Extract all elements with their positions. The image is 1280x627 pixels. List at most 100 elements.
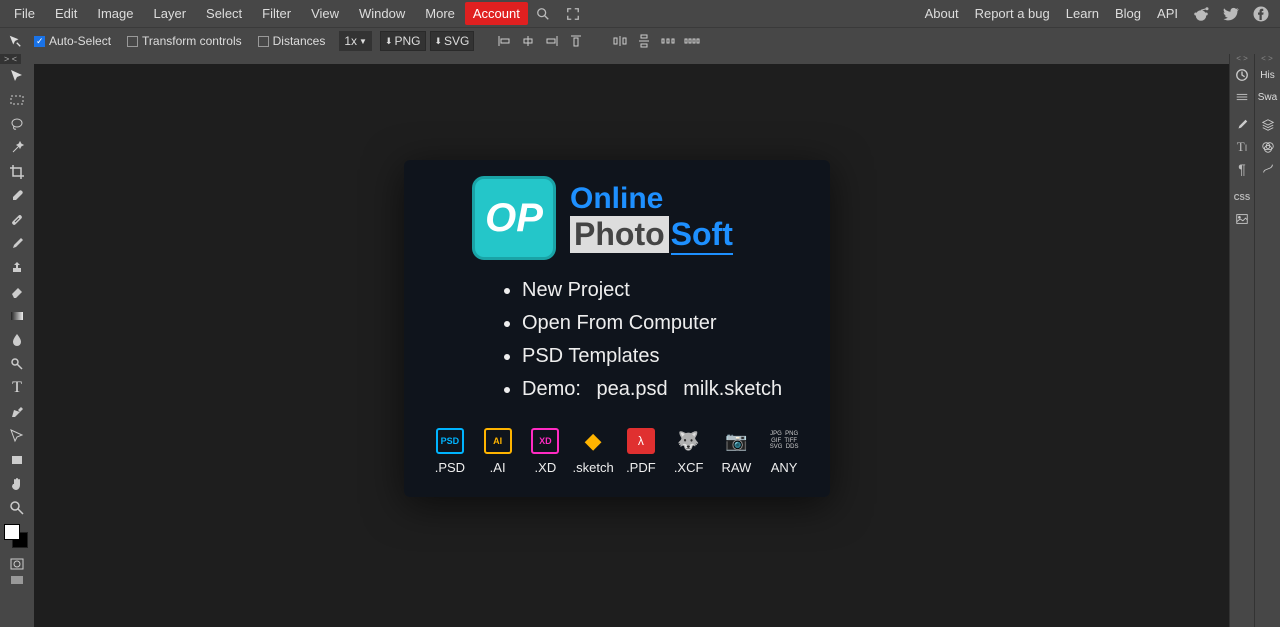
format-any[interactable]: JPG PNG GIF TIFF SVG DDSANY <box>760 428 808 475</box>
link-report-bug[interactable]: Report a bug <box>967 1 1058 26</box>
align-hcenter-icon[interactable] <box>518 31 538 51</box>
align-top-icon[interactable] <box>566 31 586 51</box>
export-png-button[interactable]: ⬇PNG <box>380 31 426 51</box>
link-about[interactable]: About <box>917 1 967 26</box>
swatches-panel-icon[interactable] <box>1230 86 1254 108</box>
brand-badge: OP <box>472 176 556 260</box>
distribute-space-icon[interactable] <box>658 31 678 51</box>
blur-tool[interactable] <box>0 328 34 352</box>
clone-tool[interactable] <box>0 256 34 280</box>
checkbox-icon <box>258 36 269 47</box>
brush-tool[interactable] <box>0 232 34 256</box>
document-tab-strip: > < <box>0 54 1280 64</box>
reddit-icon[interactable] <box>1186 1 1216 27</box>
color-swatches[interactable] <box>0 524 34 556</box>
screenmode-toggle[interactable] <box>0 572 34 588</box>
action-new-project[interactable]: New Project <box>522 274 812 307</box>
distances-toggle[interactable]: Distances <box>252 34 332 48</box>
character-panel-icon[interactable]: TI <box>1230 136 1254 158</box>
channels-panel-icon[interactable] <box>1255 136 1280 158</box>
xcf-icon: 🐺 <box>675 428 703 454</box>
link-blog[interactable]: Blog <box>1107 1 1149 26</box>
psd-icon: PSD <box>436 428 464 454</box>
eraser-tool[interactable] <box>0 280 34 304</box>
main-menubar: File Edit Image Layer Select Filter View… <box>0 0 1280 27</box>
raw-icon: 📷 <box>722 428 750 454</box>
format-psd[interactable]: PSD.PSD <box>426 428 474 475</box>
format-ai[interactable]: AI.AI <box>474 428 522 475</box>
align-right-icon[interactable] <box>542 31 562 51</box>
foreground-color-swatch[interactable] <box>4 524 20 540</box>
tools-panel: T <box>0 64 34 627</box>
link-learn[interactable]: Learn <box>1058 1 1107 26</box>
demo-row: Demo: pea.psd milk.sketch <box>522 373 812 406</box>
pen-tool[interactable] <box>0 400 34 424</box>
format-xcf[interactable]: 🐺.XCF <box>665 428 713 475</box>
menu-view[interactable]: View <box>301 1 349 26</box>
menu-edit[interactable]: Edit <box>45 1 87 26</box>
paths-panel-icon[interactable] <box>1255 158 1280 180</box>
menu-image[interactable]: Image <box>87 1 143 26</box>
heal-tool[interactable] <box>0 208 34 232</box>
text-tool[interactable]: T <box>0 376 34 400</box>
css-panel-icon[interactable]: CSS <box>1230 186 1254 208</box>
auto-select-toggle[interactable]: Auto-Select <box>28 34 117 48</box>
demo-file-2[interactable]: milk.sketch <box>683 378 782 400</box>
tabstrip-drag-handle[interactable]: > < <box>0 54 21 64</box>
distribute-v-icon[interactable] <box>634 31 654 51</box>
history-panel-tab[interactable]: His <box>1255 64 1280 86</box>
align-left-icon[interactable] <box>494 31 514 51</box>
export-scale-dropdown[interactable]: 1x▼ <box>339 31 372 51</box>
distances-label: Distances <box>273 34 326 48</box>
distribute-more-icon[interactable] <box>682 31 702 51</box>
paragraph-panel-icon[interactable]: ¶ <box>1230 158 1254 180</box>
menu-filter[interactable]: Filter <box>252 1 301 26</box>
ai-icon: AI <box>484 428 512 454</box>
format-sketch[interactable]: ◆.sketch <box>569 428 617 475</box>
search-icon[interactable] <box>528 3 558 25</box>
shape-tool[interactable] <box>0 448 34 472</box>
fileinfo-panel-icon[interactable] <box>1230 208 1254 230</box>
format-xd[interactable]: XD.XD <box>522 428 570 475</box>
eyedropper-tool[interactable] <box>0 184 34 208</box>
facebook-icon[interactable] <box>1246 1 1276 27</box>
format-pdf[interactable]: λ.PDF <box>617 428 665 475</box>
hand-tool[interactable] <box>0 472 34 496</box>
menu-account[interactable]: Account <box>465 2 528 25</box>
twitter-icon[interactable] <box>1216 1 1246 27</box>
action-open-computer[interactable]: Open From Computer <box>522 307 812 340</box>
menu-layer[interactable]: Layer <box>144 1 197 26</box>
distribute-h-icon[interactable] <box>610 31 630 51</box>
action-psd-templates[interactable]: PSD Templates <box>522 340 812 373</box>
magic-wand-tool[interactable] <box>0 136 34 160</box>
demo-file-1[interactable]: pea.psd <box>596 378 667 400</box>
zoom-tool[interactable] <box>0 496 34 520</box>
menu-select[interactable]: Select <box>196 1 252 26</box>
layers-panel-icon[interactable] <box>1255 114 1280 136</box>
lasso-tool[interactable] <box>0 112 34 136</box>
crop-tool[interactable] <box>0 160 34 184</box>
xd-icon: XD <box>531 428 559 454</box>
welcome-dialog: OP Online PhotoSoft New Project Open Fro… <box>404 160 830 497</box>
brush-panel-icon[interactable] <box>1230 114 1254 136</box>
demo-label: Demo: <box>522 378 581 400</box>
fullscreen-icon[interactable] <box>558 3 588 25</box>
menu-more[interactable]: More <box>415 1 465 26</box>
supported-formats: PSD.PSD AI.AI XD.XD ◆.sketch λ.PDF 🐺.XCF… <box>422 428 812 475</box>
panel-drag-handle[interactable]: < > < > <box>1229 54 1280 62</box>
history-panel-icon[interactable] <box>1230 64 1254 86</box>
menu-file[interactable]: File <box>4 1 45 26</box>
link-api[interactable]: API <box>1149 1 1186 26</box>
export-svg-button[interactable]: ⬇SVG <box>430 31 475 51</box>
move-tool[interactable] <box>0 64 34 88</box>
menu-window[interactable]: Window <box>349 1 415 26</box>
transform-label: Transform controls <box>142 34 242 48</box>
swatches-panel-tab[interactable]: Swa <box>1255 86 1280 108</box>
quickmask-toggle[interactable] <box>0 556 34 572</box>
rect-select-tool[interactable] <box>0 88 34 112</box>
format-raw[interactable]: 📷RAW <box>713 428 761 475</box>
path-select-tool[interactable] <box>0 424 34 448</box>
transform-controls-toggle[interactable]: Transform controls <box>121 34 248 48</box>
dodge-tool[interactable] <box>0 352 34 376</box>
gradient-tool[interactable] <box>0 304 34 328</box>
